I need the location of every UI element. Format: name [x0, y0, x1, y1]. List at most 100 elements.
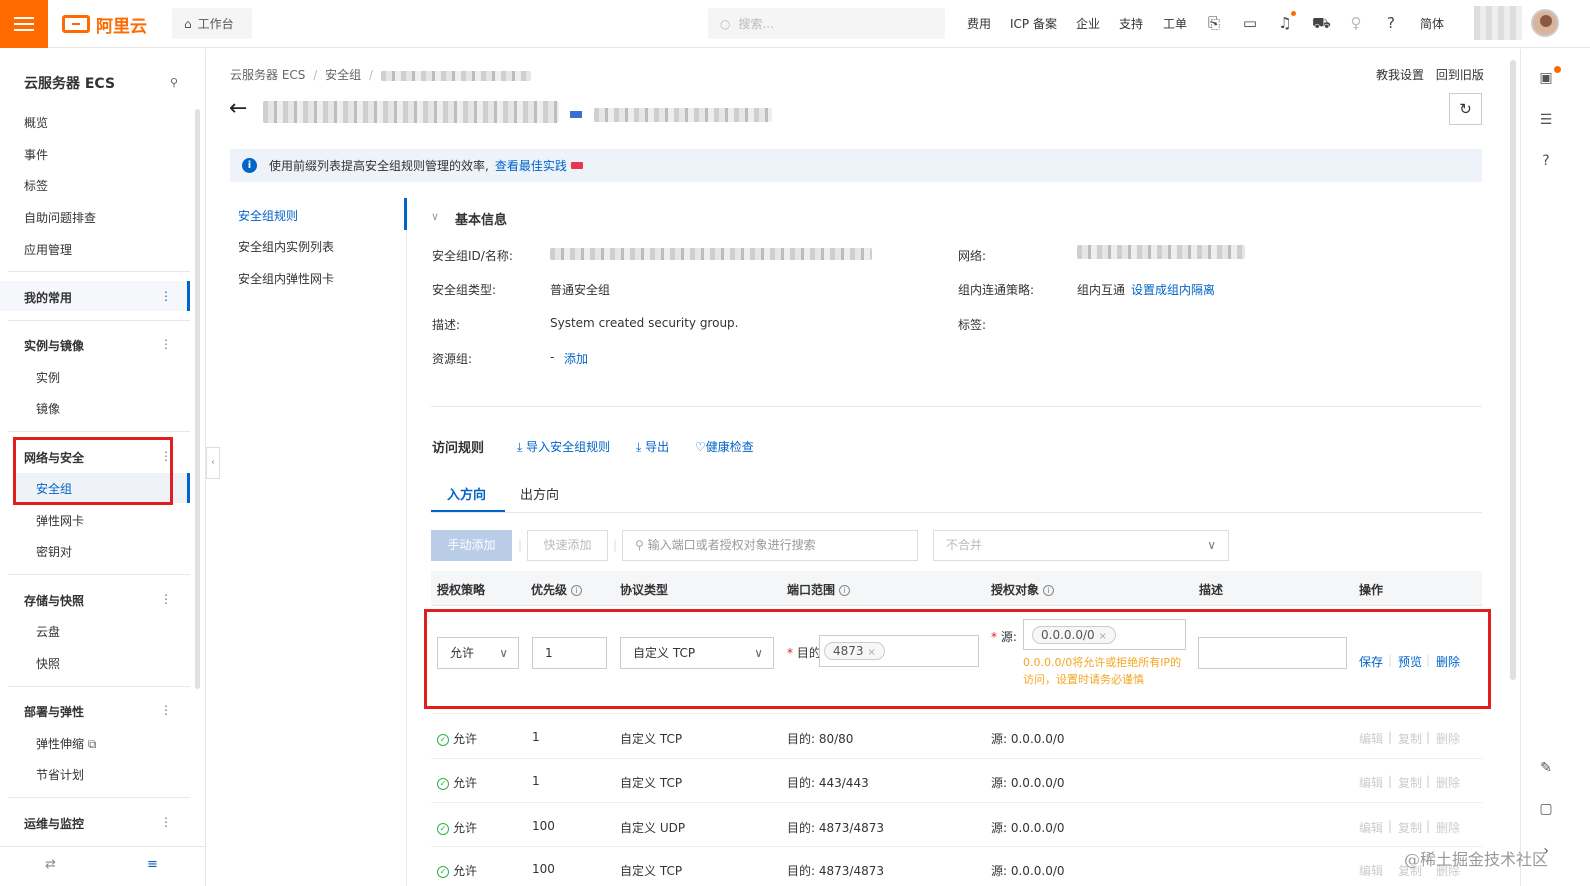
sidebar-group-storage-snapshots[interactable]: 存储与快照 — [24, 592, 84, 609]
edit-button[interactable]: 编辑 — [1359, 862, 1383, 879]
menu-icon[interactable] — [0, 0, 48, 48]
back-arrow-icon[interactable]: ← — [229, 96, 247, 121]
sidebar-item-snapshots[interactable]: 快照 — [36, 655, 60, 672]
edit-button[interactable]: 编辑 — [1359, 774, 1383, 791]
import-rules-button[interactable]: ⤓ 导入安全组规则 — [517, 438, 610, 455]
sidebar-item-disks[interactable]: 云盘 — [36, 623, 60, 640]
cart-icon[interactable]: ⛟ — [1312, 14, 1331, 32]
language-switch[interactable]: 简体 — [1420, 15, 1444, 32]
avatar[interactable] — [1531, 9, 1559, 37]
breadcrumb-security-group[interactable]: 安全组 — [325, 68, 361, 82]
workbench-button[interactable]: ⌂ 工作台 — [172, 8, 252, 39]
source-tag[interactable]: 0.0.0.0/0 × — [1032, 626, 1116, 644]
more-icon[interactable]: ⋮ — [160, 289, 172, 303]
more-icon[interactable]: ⋮ — [160, 703, 172, 717]
sidebar-item-troubleshoot[interactable]: 自助问题排查 — [24, 209, 96, 226]
sidebar-item-overview[interactable]: 概览 — [24, 114, 48, 131]
sidebar-group-deploy-elastic[interactable]: 部署与弹性 — [24, 703, 84, 720]
close-icon[interactable]: × — [867, 647, 875, 658]
sidebar-scrollbar[interactable] — [195, 109, 200, 689]
guide-link[interactable]: 教我设置 — [1376, 68, 1424, 82]
switch-icon[interactable]: ⇄ — [45, 857, 56, 872]
help-icon[interactable]: i — [571, 585, 583, 596]
policy-select[interactable]: 允许 ∨ — [437, 637, 519, 669]
delete-button[interactable]: 删除 — [1436, 730, 1460, 747]
protocol-select[interactable]: 自定义 TCP ∨ — [620, 637, 774, 669]
sidebar-item-autoscaling[interactable]: 弹性伸缩 ⧉ — [36, 735, 96, 752]
subnav-instances[interactable]: 安全组内实例列表 — [238, 238, 334, 255]
main-scrollbar[interactable] — [1510, 60, 1516, 680]
account-name-blurred[interactable] — [1474, 6, 1522, 40]
preview-button[interactable]: 预览 — [1398, 653, 1422, 670]
lightbulb-icon[interactable]: ♀ — [1347, 14, 1365, 32]
help-icon[interactable]: i — [1043, 585, 1055, 596]
port-range-input[interactable]: 4873 × — [819, 635, 979, 667]
health-check-button[interactable]: ♡健康检查 — [695, 438, 754, 455]
add-resource-group-link[interactable]: 添加 — [564, 350, 588, 367]
edit-icon[interactable]: ✎ — [1537, 759, 1555, 777]
source-input[interactable]: 0.0.0.0/0 × — [1023, 619, 1186, 650]
export-button[interactable]: ⤓ 导出 — [636, 438, 669, 455]
global-search-input[interactable]: ○ 搜索... — [708, 8, 945, 39]
sidebar-item-images[interactable]: 镜像 — [36, 400, 60, 417]
nav-ticket[interactable]: 工单 — [1163, 15, 1187, 32]
sidebar-item-keypairs[interactable]: 密钥对 — [36, 543, 72, 560]
edit-button[interactable]: 编辑 — [1359, 819, 1383, 836]
delete-button[interactable]: 删除 — [1436, 774, 1460, 791]
list-icon[interactable]: ≡ — [147, 857, 158, 872]
checklist-icon[interactable]: ☰ — [1537, 111, 1555, 129]
help-circle-icon[interactable]: ? — [1537, 152, 1555, 170]
nav-icp[interactable]: ICP 备案 — [1010, 15, 1057, 32]
copy-button[interactable]: 复制 — [1398, 730, 1422, 747]
help-icon[interactable]: i — [839, 585, 851, 596]
tab-outbound[interactable]: 出方向 — [520, 484, 559, 503]
nav-enterprise[interactable]: 企业 — [1076, 15, 1100, 32]
sidebar-group-instances-images[interactable]: 实例与镜像 — [24, 337, 84, 354]
feedback-icon[interactable]: ▢ — [1537, 800, 1555, 818]
subnav-rules[interactable]: 安全组规则 — [238, 207, 298, 224]
copy-icon[interactable] — [570, 111, 582, 118]
sidebar-item-tags[interactable]: 标签 — [24, 177, 48, 194]
merge-select[interactable]: 不合并 ∨ — [933, 530, 1229, 561]
refresh-button[interactable]: ↻ — [1449, 93, 1482, 125]
collapse-sidebar-icon[interactable]: ‹ — [206, 447, 220, 479]
port-tag[interactable]: 4873 × — [824, 642, 885, 660]
more-icon[interactable]: ⋮ — [160, 337, 172, 351]
delete-button[interactable]: 删除 — [1436, 653, 1460, 670]
priority-input[interactable]: 1 — [532, 637, 607, 669]
sidebar-item-app-management[interactable]: 应用管理 — [24, 241, 72, 258]
save-button[interactable]: 保存 — [1359, 653, 1383, 670]
api-icon[interactable]: ⎘ — [1205, 14, 1223, 32]
copy-button[interactable]: 复制 — [1398, 819, 1422, 836]
nav-support[interactable]: 支持 — [1119, 15, 1143, 32]
sidebar-group-ops-monitoring[interactable]: 运维与监控 — [24, 815, 84, 832]
sidebar-item-instances[interactable]: 实例 — [36, 369, 60, 386]
sidebar-item-eni[interactable]: 弹性网卡 — [36, 512, 84, 529]
set-isolation-link[interactable]: 设置成组内隔离 — [1131, 281, 1215, 298]
more-icon[interactable]: ⋮ — [160, 815, 172, 829]
edit-button[interactable]: 编辑 — [1359, 730, 1383, 747]
more-icon[interactable]: ⋮ — [160, 592, 172, 606]
tab-inbound[interactable]: 入方向 — [447, 484, 486, 503]
terminal-icon[interactable]: ▭ — [1241, 14, 1259, 32]
nav-billing[interactable]: 费用 — [967, 15, 991, 32]
sidebar-item-events[interactable]: 事件 — [24, 146, 48, 163]
best-practice-link[interactable]: 查看最佳实践 — [495, 157, 567, 174]
breadcrumb-ecs[interactable]: 云服务器 ECS — [230, 68, 305, 82]
bell-icon[interactable]: ♫ — [1276, 14, 1294, 32]
sidebar-search-icon[interactable]: ⚲ — [170, 76, 178, 89]
old-version-link[interactable]: 回到旧版 — [1436, 68, 1484, 82]
close-icon[interactable]: × — [1099, 631, 1107, 642]
quick-add-button[interactable]: 快速添加 — [527, 530, 608, 561]
delete-button[interactable]: 删除 — [1436, 819, 1460, 836]
notice-icon[interactable]: ▣ — [1537, 69, 1555, 87]
aliyun-logo[interactable]: 阿里云 — [62, 12, 147, 37]
help-icon[interactable]: ? — [1382, 14, 1400, 32]
subnav-enis[interactable]: 安全组内弹性网卡 — [238, 270, 334, 287]
sidebar-item-savings-plan[interactable]: 节省计划 — [36, 766, 84, 783]
manual-add-button[interactable]: 手动添加 — [431, 530, 512, 561]
sidebar-group-favorites[interactable]: 我的常用 — [24, 289, 72, 306]
copy-button[interactable]: 复制 — [1398, 774, 1422, 791]
chevron-down-icon[interactable]: ∨ — [431, 210, 439, 223]
rule-search-input[interactable]: ⚲ 输入端口或者授权对象进行搜索 — [622, 530, 918, 561]
